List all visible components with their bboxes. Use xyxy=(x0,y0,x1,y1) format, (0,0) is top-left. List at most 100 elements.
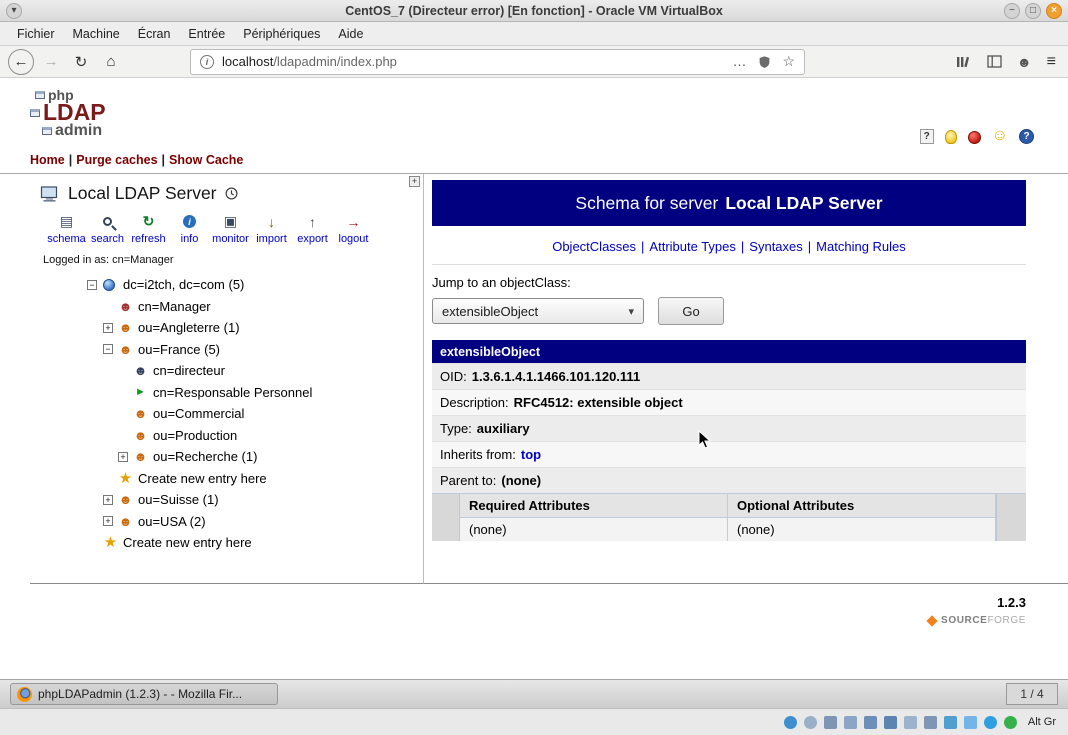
optical-disk-icon[interactable] xyxy=(844,716,857,729)
tree-item-label[interactable]: Create new entry here xyxy=(138,471,267,486)
panel-collapse-icon[interactable]: + xyxy=(409,176,420,187)
tree-item-recherche[interactable]: + ☻ ou=Recherche (1) xyxy=(30,446,423,468)
toolbar-label: import xyxy=(256,233,287,245)
tree-item-label[interactable]: cn=Responsable Personnel xyxy=(153,385,312,400)
shield-icon[interactable] xyxy=(758,55,771,69)
firefox-window-button[interactable]: phpLDAPadmin (1.2.3) - - Mozilla Fir... xyxy=(10,683,278,705)
about-icon[interactable]: ? xyxy=(1019,129,1034,144)
menu-aide[interactable]: Aide xyxy=(329,24,372,44)
close-button[interactable]: × xyxy=(1046,3,1062,19)
bookmark-star-icon[interactable]: ☆ xyxy=(782,53,795,70)
tree-item-label[interactable]: ou=Recherche (1) xyxy=(153,449,257,464)
expand-expander-icon[interactable]: + xyxy=(103,495,113,505)
window-menu-icon[interactable]: ▾ xyxy=(6,3,22,19)
tree-item-label[interactable]: Create new entry here xyxy=(123,535,252,550)
recording-icon[interactable] xyxy=(964,716,977,729)
home-icon[interactable]: ⌂ xyxy=(98,49,124,75)
app-menu-icon[interactable]: ≡ xyxy=(1047,53,1056,71)
menu-peripheriques[interactable]: Périphériques xyxy=(234,24,329,44)
toolbar-schema[interactable]: ▤ schema xyxy=(46,213,87,245)
nav-home[interactable]: Home xyxy=(30,153,65,167)
page-actions-icon[interactable]: … xyxy=(732,59,747,65)
nav-purge-caches[interactable]: Purge caches xyxy=(76,153,157,167)
lightbulb-donate-icon[interactable] xyxy=(945,130,957,144)
sidebar-toggle-icon[interactable] xyxy=(987,55,1002,68)
tree-item-create-entry[interactable]: ★ Create new entry here xyxy=(30,468,423,490)
tree-item-create-entry[interactable]: ★ Create new entry here xyxy=(30,532,423,554)
tree-item-label[interactable]: cn=Manager xyxy=(138,299,211,314)
go-button[interactable]: Go xyxy=(658,297,724,325)
collapse-expander-icon[interactable]: − xyxy=(103,344,113,354)
tree-item-label[interactable]: ou=Angleterre (1) xyxy=(138,320,240,335)
site-info-icon[interactable]: i xyxy=(200,55,214,69)
keyboard-capture-icon[interactable] xyxy=(1004,716,1017,729)
toolbar-info[interactable]: i info xyxy=(169,213,210,245)
account-icon[interactable]: ☻ xyxy=(1017,54,1032,70)
expand-expander-icon[interactable]: + xyxy=(103,323,113,333)
tree-item-label[interactable]: ou=USA (2) xyxy=(138,514,206,529)
expand-expander-icon[interactable]: + xyxy=(103,516,113,526)
shared-folders-icon[interactable] xyxy=(924,716,937,729)
menu-entree[interactable]: Entrée xyxy=(179,24,234,44)
tree-item-commercial[interactable]: ☻ ou=Commercial xyxy=(30,403,423,425)
tree-item-usa[interactable]: + ☻ ou=USA (2) xyxy=(30,511,423,533)
toolbar-monitor[interactable]: ▣ monitor xyxy=(210,213,251,245)
url-bar[interactable]: i localhost/ldapadmin/index.php … ☆ xyxy=(190,49,805,75)
collapse-expander-icon[interactable]: − xyxy=(87,280,97,290)
link-attribute-types[interactable]: Attribute Types xyxy=(649,239,735,254)
server-header[interactable]: Local LDAP Server xyxy=(30,183,423,204)
library-icon[interactable] xyxy=(956,55,972,69)
toolbar-search[interactable]: search xyxy=(87,213,128,245)
toolbar-import[interactable]: ↓ import xyxy=(251,213,292,245)
schema-row-parent: Parent to: (none) xyxy=(432,467,1026,493)
tree-item-label[interactable]: ou=Suisse (1) xyxy=(138,492,219,507)
menu-ecran[interactable]: Écran xyxy=(129,24,180,44)
gear-icon[interactable] xyxy=(804,716,817,729)
tree-item-directeur[interactable]: ☻ cn=directeur xyxy=(30,360,423,382)
tree-item-production[interactable]: ☻ ou=Production xyxy=(30,425,423,447)
display-icon[interactable] xyxy=(944,716,957,729)
search-status-icon[interactable] xyxy=(784,716,797,729)
minimize-button[interactable]: − xyxy=(1004,3,1020,19)
hdd-icon[interactable] xyxy=(824,716,837,729)
inherits-top-link[interactable]: top xyxy=(521,447,541,462)
menu-machine[interactable]: Machine xyxy=(64,24,129,44)
tree-item-angleterre[interactable]: + ☻ ou=Angleterre (1) xyxy=(30,317,423,339)
back-icon[interactable]: ← xyxy=(8,49,34,75)
tree-item-responsable[interactable]: ► cn=Responsable Personnel xyxy=(30,382,423,404)
link-syntaxes[interactable]: Syntaxes xyxy=(749,239,802,254)
server-name[interactable]: Local LDAP Server xyxy=(68,183,217,204)
feedback-smiley-icon[interactable]: ☺ xyxy=(992,128,1008,144)
tree-item-label[interactable]: cn=directeur xyxy=(153,363,225,378)
workspace-pager[interactable]: 1 / 4 xyxy=(1006,683,1058,705)
tree-item-suisse[interactable]: + ☻ ou=Suisse (1) xyxy=(30,489,423,511)
objectclass-select[interactable]: extensibleObject ▾ xyxy=(432,298,644,324)
link-objectclasses[interactable]: ObjectClasses xyxy=(552,239,636,254)
purge-cache-icon[interactable] xyxy=(968,131,981,144)
tree-item-manager[interactable]: ☻ cn=Manager xyxy=(30,296,423,318)
tree-item-label[interactable]: dc=i2tch, dc=com (5) xyxy=(123,277,244,292)
forward-icon[interactable]: → xyxy=(38,49,64,75)
schema-row-type: Type: auxiliary xyxy=(432,415,1026,441)
usb-icon[interactable] xyxy=(904,716,917,729)
tree-item-france[interactable]: − ☻ ou=France (5) xyxy=(30,339,423,361)
audio-icon[interactable] xyxy=(864,716,877,729)
reload-icon[interactable]: ↻ xyxy=(68,49,94,75)
tree-item-label[interactable]: ou=Commercial xyxy=(153,406,244,421)
tree-item-root[interactable]: − dc=i2tch, dc=com (5) xyxy=(30,274,423,296)
help-icon[interactable]: ? xyxy=(920,129,934,144)
row-label: OID: xyxy=(440,369,467,384)
tree-item-label[interactable]: ou=France (5) xyxy=(138,342,220,357)
toolbar-logout[interactable]: → logout xyxy=(333,213,374,245)
menu-fichier[interactable]: Fichier xyxy=(8,24,64,44)
link-matching-rules[interactable]: Matching Rules xyxy=(816,239,906,254)
nav-show-cache[interactable]: Show Cache xyxy=(169,153,243,167)
toolbar-export[interactable]: ↑ export xyxy=(292,213,333,245)
sourceforge-logo[interactable]: SOURCEFORGE xyxy=(0,615,1026,626)
network-icon[interactable] xyxy=(884,716,897,729)
toolbar-refresh[interactable]: ↻ refresh xyxy=(128,213,169,245)
expand-expander-icon[interactable]: + xyxy=(118,452,128,462)
restore-button[interactable]: □ xyxy=(1025,3,1041,19)
mouse-integration-icon[interactable] xyxy=(984,716,997,729)
tree-item-label[interactable]: ou=Production xyxy=(153,428,237,443)
